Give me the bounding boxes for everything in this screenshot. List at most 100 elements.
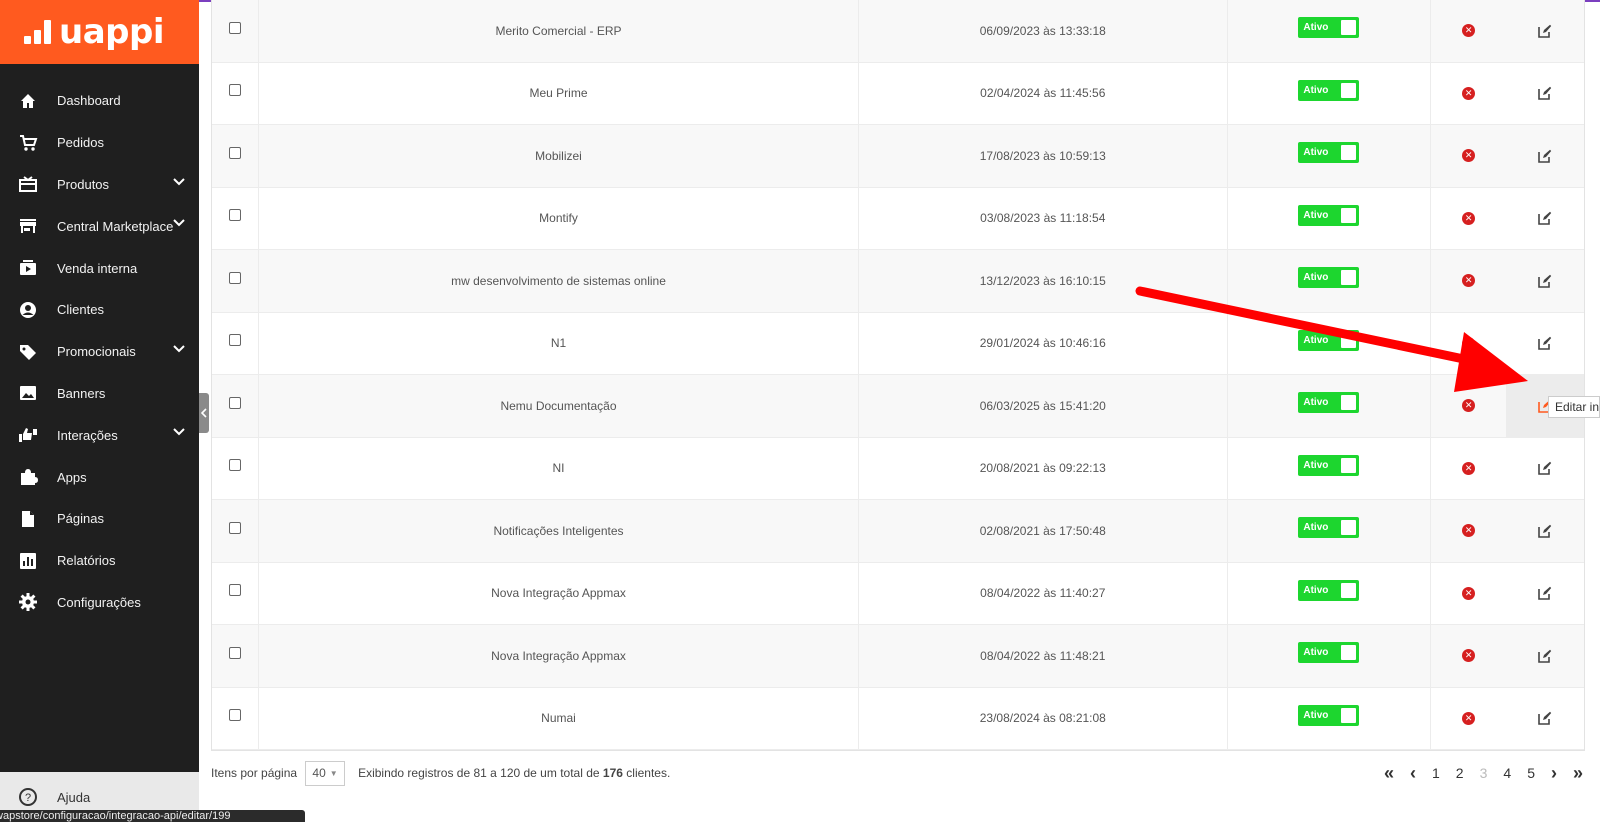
edit-icon[interactable] bbox=[1538, 274, 1552, 288]
page-4-button[interactable]: 4 bbox=[1503, 765, 1511, 781]
status-toggle[interactable]: Ativo bbox=[1298, 79, 1360, 101]
sidebar-item-banners[interactable]: Banners bbox=[0, 373, 199, 415]
chevron-down-icon[interactable] bbox=[173, 177, 185, 186]
chevron-down-icon[interactable] bbox=[173, 428, 185, 436]
delete-icon[interactable]: ✕ bbox=[1462, 86, 1476, 100]
prev-page-button[interactable]: ‹ bbox=[1410, 764, 1416, 782]
edit-icon[interactable] bbox=[1538, 24, 1552, 38]
delete-icon[interactable]: ✕ bbox=[1462, 399, 1476, 413]
status-toggle[interactable]: Ativo bbox=[1298, 204, 1360, 226]
status-toggle[interactable]: Ativo bbox=[1298, 704, 1360, 726]
sidebar-item-intera-es[interactable]: Interações bbox=[0, 414, 199, 456]
logo[interactable]: uappi bbox=[0, 0, 199, 64]
sidebar-item-promocionais[interactable]: Promocionais bbox=[0, 331, 199, 373]
edit-cell bbox=[1506, 563, 1584, 625]
row-checkbox[interactable] bbox=[228, 396, 241, 409]
status-cell: Ativo bbox=[1228, 500, 1432, 562]
edit-icon[interactable] bbox=[1538, 461, 1552, 476]
status-toggle[interactable]: Ativo bbox=[1298, 579, 1360, 601]
row-checkbox[interactable] bbox=[228, 146, 241, 159]
per-page-select[interactable]: 40 ▼ bbox=[305, 760, 346, 786]
row-checkbox[interactable] bbox=[228, 84, 241, 97]
delete-icon[interactable]: ✕ bbox=[1462, 461, 1476, 475]
sidebar-item-pedidos[interactable]: Pedidos bbox=[0, 122, 199, 164]
sidebar-item-venda-interna[interactable]: Venda interna bbox=[0, 247, 199, 289]
row-select-cell bbox=[212, 562, 259, 624]
delete-icon[interactable]: ✕ bbox=[1462, 24, 1476, 38]
row-select-cell bbox=[212, 500, 259, 562]
edit-cell bbox=[1506, 188, 1584, 250]
integration-name: N1 bbox=[259, 312, 860, 374]
row-checkbox[interactable] bbox=[228, 521, 241, 534]
edit-icon[interactable] bbox=[1538, 211, 1552, 226]
sidebar-collapse-handle[interactable] bbox=[199, 393, 209, 433]
sidebar-item-apps[interactable]: Apps bbox=[0, 456, 199, 498]
integration-name: Notificações Inteligentes bbox=[259, 500, 860, 562]
status-toggle[interactable]: Ativo bbox=[1298, 329, 1360, 351]
row-checkbox[interactable] bbox=[228, 271, 241, 284]
row-checkbox[interactable] bbox=[228, 459, 241, 472]
records-suffix: clientes. bbox=[626, 766, 671, 780]
delete-icon[interactable]: ✕ bbox=[1462, 711, 1476, 725]
edit-icon[interactable] bbox=[1538, 711, 1552, 726]
sidebar-item-p-ginas[interactable]: Páginas bbox=[0, 498, 199, 540]
integrations-table: Merito Comercial - ERP 06/09/2023 às 13:3… bbox=[211, 0, 1585, 751]
delete-icon[interactable]: ✕ bbox=[1462, 211, 1476, 225]
status-toggle[interactable]: Ativo bbox=[1298, 392, 1360, 414]
toggle-knob bbox=[1341, 582, 1357, 598]
row-checkbox[interactable] bbox=[228, 209, 241, 222]
status-label: Ativo bbox=[1303, 84, 1329, 96]
page-2-button[interactable]: 2 bbox=[1456, 765, 1464, 781]
page-5-button[interactable]: 5 bbox=[1527, 765, 1535, 781]
status-label: Ativo bbox=[1303, 209, 1329, 221]
logo-text: uappi bbox=[59, 12, 164, 52]
sidebar-item-produtos[interactable]: Produtos bbox=[0, 164, 199, 206]
edit-icon[interactable] bbox=[1538, 149, 1552, 163]
edit-icon[interactable] bbox=[1538, 649, 1552, 663]
chevron-down-icon[interactable] bbox=[173, 219, 185, 227]
sidebar-item-central-marketplace[interactable]: Central Marketplace bbox=[0, 205, 199, 247]
integration-name: Nova Integração Appmax bbox=[259, 562, 860, 624]
delete-icon[interactable]: ✕ bbox=[1462, 524, 1476, 538]
status-cell: Ativo bbox=[1228, 125, 1432, 187]
edit-icon[interactable] bbox=[1538, 86, 1552, 101]
page-1-button[interactable]: 1 bbox=[1432, 765, 1440, 781]
delete-icon[interactable]: ✕ bbox=[1462, 149, 1476, 163]
status-toggle[interactable]: Ativo bbox=[1298, 142, 1360, 164]
delete-icon[interactable]: ✕ bbox=[1462, 586, 1476, 600]
next-page-button[interactable]: › bbox=[1551, 764, 1557, 782]
row-checkbox[interactable] bbox=[228, 646, 241, 659]
edit-tooltip: Editar integração bbox=[1548, 396, 1600, 418]
status-toggle[interactable]: Ativo bbox=[1298, 454, 1360, 476]
row-checkbox[interactable] bbox=[228, 709, 241, 722]
status-toggle[interactable]: Ativo bbox=[1298, 517, 1360, 539]
last-page-button[interactable]: » bbox=[1573, 764, 1583, 782]
edit-icon[interactable] bbox=[1538, 586, 1552, 601]
edit-icon[interactable] bbox=[1538, 524, 1552, 538]
delete-icon[interactable]: ✕ bbox=[1462, 274, 1476, 288]
row-checkbox[interactable] bbox=[228, 21, 241, 34]
row-select-cell bbox=[212, 125, 259, 187]
sidebar-item-clientes[interactable]: Clientes bbox=[0, 289, 199, 331]
status-toggle[interactable]: Ativo bbox=[1298, 642, 1360, 664]
first-page-button[interactable]: « bbox=[1384, 764, 1394, 782]
sidebar-item-dashboard[interactable]: Dashboard bbox=[0, 80, 199, 122]
edit-icon[interactable] bbox=[1538, 336, 1552, 351]
sidebar-item-relat-rios[interactable]: Relatórios bbox=[0, 540, 199, 582]
row-checkbox[interactable] bbox=[228, 334, 241, 347]
sidebar-item-configura-es[interactable]: Configurações bbox=[0, 582, 199, 624]
delete-icon[interactable]: ✕ bbox=[1462, 649, 1476, 663]
status-cell: Ativo bbox=[1228, 375, 1432, 437]
logo-bars-icon bbox=[24, 20, 51, 44]
status-label: Ativo bbox=[1303, 397, 1329, 409]
delete-icon[interactable]: ✕ bbox=[1462, 336, 1476, 350]
page-3-button[interactable]: 3 bbox=[1480, 765, 1488, 781]
row-checkbox[interactable] bbox=[228, 584, 241, 597]
status-toggle[interactable]: Ativo bbox=[1298, 267, 1360, 289]
status-toggle[interactable]: Ativo bbox=[1298, 17, 1360, 39]
table-row: Meu Prime 02/04/2024 às 11:45:56 Ativo ✕ bbox=[212, 62, 1584, 125]
sidebar-menu: Dashboard Pedidos Produtos Central Marketpl… bbox=[0, 64, 199, 623]
chevron-down-icon[interactable] bbox=[173, 345, 185, 353]
edit-cell bbox=[1506, 688, 1584, 750]
records-info: Exibindo registros de 81 a 120 de um tot… bbox=[358, 766, 670, 780]
